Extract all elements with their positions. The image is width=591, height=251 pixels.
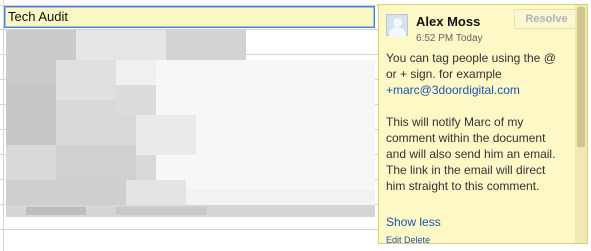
mention-link[interactable]: +marc@3doordigital.com [386, 83, 520, 97]
user-avatar-icon [386, 14, 408, 37]
comment-body: You can tag people using the @ or + sign… [386, 50, 566, 194]
edit-delete-links[interactable]: Edit Delete [386, 235, 430, 243]
resolve-button[interactable]: Resolve [514, 9, 579, 29]
comment-body-detail: This will notify Marc of my comment with… [386, 115, 556, 193]
row-divider [0, 229, 378, 230]
comment-bubble: Alex Moss 6:52 PM Today Resolve You can … [378, 4, 588, 244]
comment-timestamp: 6:52 PM Today [416, 33, 483, 44]
blurred-cell-content [6, 30, 375, 215]
show-less-link[interactable]: Show less [386, 215, 441, 229]
comment-scrollbar[interactable] [575, 5, 587, 243]
comment-body-intro: You can tag people using the @ or + sign… [386, 51, 556, 81]
comment-author: Alex Moss [416, 14, 481, 29]
scrollbar-thumb[interactable] [577, 7, 585, 147]
column-divider [3, 0, 4, 251]
spreadsheet-grid: Tech Audit [0, 0, 378, 251]
blurred-cell-strip [6, 205, 375, 217]
title-cell[interactable]: Tech Audit [4, 6, 375, 28]
